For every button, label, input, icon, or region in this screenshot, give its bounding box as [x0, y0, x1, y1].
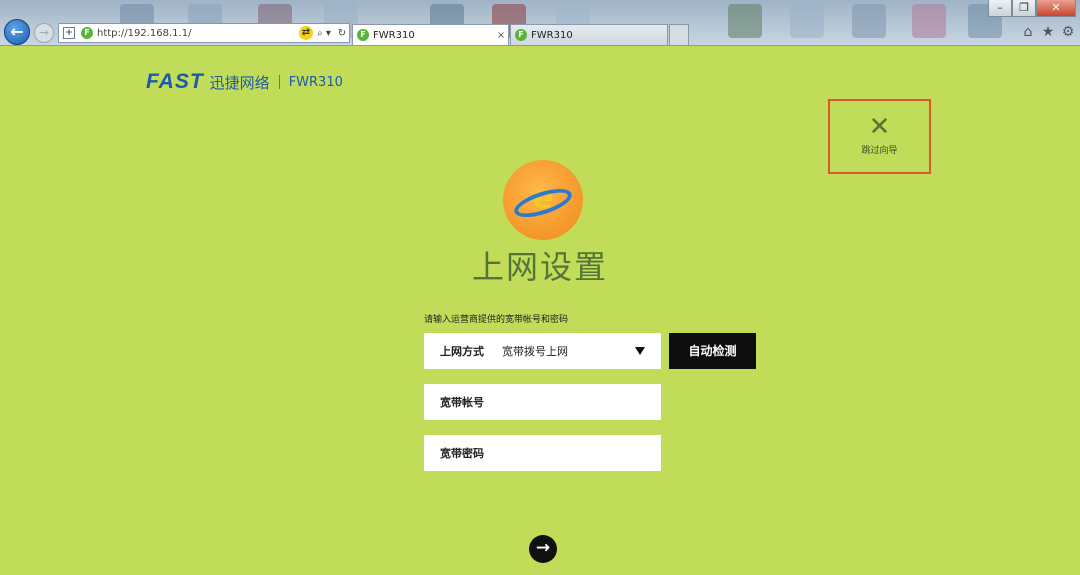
- address-bar[interactable]: + F http://192.168.1.1/ ⇄ ⌕ ▾ ↻: [58, 23, 350, 43]
- password-placeholder: 宽带密码: [440, 447, 484, 460]
- broadband-account-input[interactable]: 宽带帐号: [424, 384, 661, 420]
- connection-type-value: 宽带拨号上网: [502, 345, 568, 358]
- tab-label: FWR310: [531, 29, 573, 41]
- browser-tools: ⌂ ★ ⚙: [1020, 23, 1076, 41]
- connection-type-select[interactable]: 上网方式 宽带拨号上网: [424, 333, 661, 369]
- new-tab-button[interactable]: [669, 24, 689, 45]
- device-model: FWR310: [288, 74, 343, 90]
- skip-wizard-button[interactable]: ✕ 跳过向导: [828, 99, 931, 174]
- restore-button[interactable]: ❐: [1012, 0, 1036, 17]
- broadband-password-input[interactable]: 宽带密码: [424, 435, 661, 471]
- url-input[interactable]: http://192.168.1.1/: [97, 28, 299, 39]
- site-favicon-icon: F: [81, 27, 93, 39]
- brand-name: 迅捷网络: [209, 73, 270, 92]
- arrow-right-icon: →: [535, 538, 551, 558]
- tab-favicon-icon: F: [357, 29, 369, 41]
- home-icon[interactable]: ⌂: [1020, 23, 1036, 41]
- settings-gear-icon[interactable]: ⚙: [1060, 23, 1076, 41]
- tab-fwr310-active[interactable]: F FWR310 ×: [352, 24, 509, 45]
- internet-globe-icon: e: [503, 160, 583, 240]
- compatibility-view-icon[interactable]: ⇄: [299, 26, 313, 40]
- dropdown-arrow-icon: [635, 347, 645, 355]
- desktop-icon: [790, 4, 824, 38]
- search-dropdown-icon[interactable]: ⌕ ▾: [313, 28, 335, 39]
- minimize-button[interactable]: –: [988, 0, 1012, 17]
- tab-close-icon[interactable]: ×: [494, 30, 508, 41]
- fast-logo: FAST: [146, 70, 204, 93]
- brand-header: FAST 迅捷网络 FWR310: [146, 70, 343, 94]
- browser-chrome: – ❐ ✕ ← → + F http://192.168.1.1/ ⇄ ⌕ ▾ …: [0, 0, 1080, 46]
- desktop-icon: [728, 4, 762, 38]
- site-info-icon[interactable]: +: [63, 27, 75, 39]
- back-button[interactable]: ←: [4, 19, 30, 45]
- close-window-button[interactable]: ✕: [1036, 0, 1076, 17]
- back-arrow-icon: ←: [10, 22, 24, 41]
- forward-button[interactable]: →: [34, 23, 54, 43]
- brand-divider: [278, 75, 280, 89]
- favorites-star-icon[interactable]: ★: [1040, 23, 1056, 41]
- page-title: 上网设置: [471, 248, 608, 286]
- refresh-icon[interactable]: ↻: [335, 28, 349, 39]
- close-x-icon: ✕: [868, 112, 891, 142]
- tab-label: FWR310: [373, 29, 415, 41]
- skip-wizard-label: 跳过向导: [861, 146, 898, 156]
- desktop-icon: [912, 4, 946, 38]
- tab-favicon-icon: F: [515, 29, 527, 41]
- forward-arrow-icon: →: [39, 26, 49, 39]
- tab-fwr310[interactable]: F FWR310: [510, 24, 668, 45]
- auto-detect-button[interactable]: 自动检测: [669, 333, 756, 369]
- next-button[interactable]: →: [529, 535, 557, 563]
- connection-type-label: 上网方式: [440, 345, 484, 358]
- account-placeholder: 宽带帐号: [440, 396, 484, 409]
- instruction-text: 请输入运营商提供的宽带帐号和密码: [424, 315, 569, 325]
- window-controls: – ❐ ✕: [988, 0, 1076, 18]
- desktop-icon: [852, 4, 886, 38]
